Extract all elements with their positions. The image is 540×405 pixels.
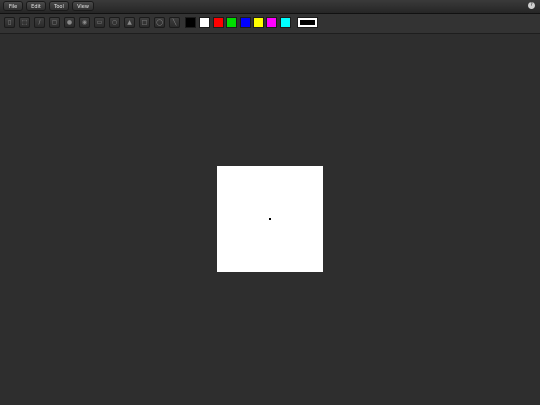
swatch-red[interactable] [213,17,224,28]
ellipse-icon: ○ [111,19,118,26]
current-color-fill [300,20,315,25]
brush-icon: ● [66,19,73,26]
swatch-magenta[interactable] [266,17,277,28]
line-icon: ╲ [172,19,177,26]
circle-tool-button[interactable]: ◯ [154,17,165,28]
drawn-dot [269,218,271,220]
menu-view[interactable]: View [72,1,94,11]
swatch-black[interactable] [185,17,196,28]
menu-bar: File Edit Tool View ? [0,0,540,14]
pencil-tool-button[interactable]: ∕ [34,17,45,28]
pointer-tool-button[interactable]: ▯ [4,17,15,28]
menu-tool[interactable]: Tool [49,1,69,11]
rounded-rect-icon: □ [141,19,148,26]
rounded-rect-tool-button[interactable]: □ [139,17,150,28]
drawing-canvas[interactable] [217,166,323,272]
rectangle-tool-button[interactable]: ▭ [94,17,105,28]
pencil-icon: ∕ [38,19,41,26]
fill-icon: ◉ [81,19,88,26]
current-color-indicator[interactable] [297,17,318,28]
swatch-yellow[interactable] [253,17,264,28]
eraser-icon: ▢ [51,19,58,26]
line-tool-button[interactable]: ╲ [169,17,180,28]
ellipse-tool-button[interactable]: ○ [109,17,120,28]
fill-tool-button[interactable]: ◉ [79,17,90,28]
toolbar: ▯ ⬚ ∕ ▢ ● ◉ ▭ ○ ▲ □ ◯ ╲ [0,14,540,34]
rectangle-icon: ▭ [96,19,103,26]
triangle-tool-button[interactable]: ▲ [124,17,135,28]
brush-tool-button[interactable]: ● [64,17,75,28]
menu-file[interactable]: File [3,1,23,11]
swatch-blue[interactable] [240,17,251,28]
swatch-green[interactable] [226,17,237,28]
menu-edit[interactable]: Edit [26,1,46,11]
triangle-icon: ▲ [127,19,132,26]
swatch-cyan[interactable] [280,17,291,28]
pointer-icon: ▯ [7,19,12,26]
help-icon[interactable]: ? [528,2,535,9]
lasso-tool-button[interactable]: ⬚ [19,17,30,28]
swatch-white[interactable] [199,17,210,28]
lasso-icon: ⬚ [21,19,28,26]
eraser-tool-button[interactable]: ▢ [49,17,60,28]
circle-icon: ◯ [156,19,163,26]
